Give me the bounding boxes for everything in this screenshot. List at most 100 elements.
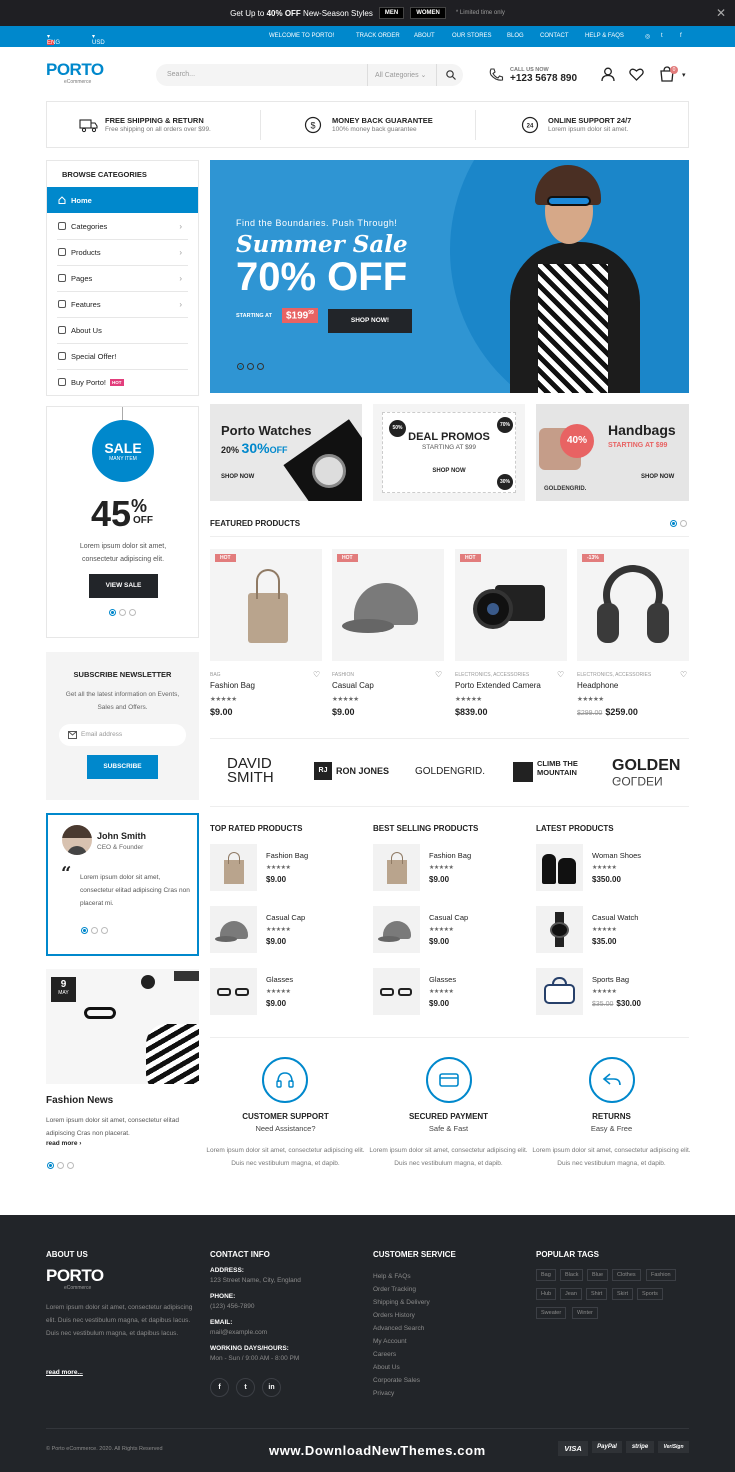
nav-link-help[interactable]: HELP & FAQS xyxy=(585,33,624,39)
tag-sweater[interactable]: Sweater xyxy=(536,1307,567,1319)
brand-david-smith[interactable]: DAVID SMITH xyxy=(227,756,287,785)
product-image-casual-cap[interactable]: HOT xyxy=(332,549,444,661)
twitter-icon[interactable]: t xyxy=(661,33,663,39)
mini-image-cap[interactable] xyxy=(210,906,257,953)
list-item-name[interactable]: Sports Bag xyxy=(592,975,629,984)
tag-clothes[interactable]: Clothes xyxy=(612,1269,641,1281)
tag-jean[interactable]: Jean xyxy=(560,1288,582,1300)
twitter-icon[interactable]: t xyxy=(236,1378,255,1397)
mini-image-bag[interactable] xyxy=(210,844,257,891)
footer-link-privacy[interactable]: Privacy xyxy=(373,1387,394,1400)
footer-read-more[interactable]: read more... xyxy=(46,1369,83,1376)
phone-value[interactable]: (123) 456-7890 xyxy=(210,1300,254,1313)
brand-climb-mountain[interactable]: CLIMB THE MOUNTAIN xyxy=(537,759,587,777)
facebook-icon[interactable]: f xyxy=(680,33,682,39)
list-item-name[interactable]: Glasses xyxy=(429,975,456,984)
nav-link-contact[interactable]: CONTACT xyxy=(540,33,569,39)
product-name[interactable]: Porto Extended Camera xyxy=(455,681,541,690)
sidebar-item-features[interactable]: Features › xyxy=(47,291,198,317)
footer-link-orders[interactable]: Orders History xyxy=(373,1309,415,1322)
email-field[interactable]: Email address xyxy=(59,724,186,746)
heart-icon[interactable]: ♡ xyxy=(435,670,442,679)
product-category[interactable]: FASHION xyxy=(332,672,354,678)
tag-sports[interactable]: Sports xyxy=(637,1288,663,1300)
footer-link-corporate[interactable]: Corporate Sales xyxy=(373,1374,420,1387)
list-item-name[interactable]: Casual Cap xyxy=(429,913,468,922)
category-select[interactable]: All Categories ⌄ xyxy=(375,71,426,79)
banner-watches[interactable]: Porto Watches 20% 30%OFF SHOP NOW xyxy=(210,404,362,501)
mini-image-sports-bag[interactable] xyxy=(536,968,583,1015)
hero-pagination[interactable] xyxy=(237,363,264,370)
heart-icon[interactable]: ♡ xyxy=(313,670,320,679)
close-icon[interactable]: ✕ xyxy=(716,6,726,20)
banner-deal-cta[interactable]: SHOP NOW xyxy=(373,468,525,474)
sidebar-item-buy-porto[interactable]: Buy Porto! HOT xyxy=(47,369,198,395)
sidebar-item-home[interactable]: Home xyxy=(47,187,198,213)
list-item-name[interactable]: Fashion Bag xyxy=(266,851,308,860)
mini-image-bag[interactable] xyxy=(373,844,420,891)
list-item-name[interactable]: Woman Shoes xyxy=(592,851,641,860)
logo[interactable]: PORTO xyxy=(46,60,104,80)
sidebar-item-about[interactable]: About Us xyxy=(47,317,198,343)
tag-hub[interactable]: Hub xyxy=(536,1288,557,1300)
sidebar-item-products[interactable]: Products › xyxy=(47,239,198,265)
sale-pagination[interactable] xyxy=(109,609,136,616)
nav-link-track-order[interactable]: TRACK ORDER xyxy=(356,33,400,39)
search-icon[interactable] xyxy=(446,70,456,80)
phone-number[interactable]: +123 5678 890 xyxy=(510,73,577,84)
footer-link-about[interactable]: About Us xyxy=(373,1361,400,1374)
view-sale-button[interactable]: VIEW SALE xyxy=(89,574,158,598)
brand-golden[interactable]: GOLDEN xyxy=(612,757,680,775)
nav-link-blog[interactable]: BLOG xyxy=(507,33,524,39)
nav-link-welcome[interactable]: WELCOME TO PORTO! xyxy=(269,33,334,39)
footer-link-tracking[interactable]: Order Tracking xyxy=(373,1283,416,1296)
linkedin-icon[interactable]: in xyxy=(262,1378,281,1397)
hero-shop-button[interactable]: SHOP NOW! xyxy=(328,309,412,333)
brand-goldengrid[interactable]: GOLDENGRID. xyxy=(415,766,485,777)
tag-blue[interactable]: Blue xyxy=(587,1269,609,1281)
sidebar-item-categories[interactable]: Categories › xyxy=(47,213,198,239)
subscribe-button[interactable]: SUBSCRIBE xyxy=(87,755,158,779)
product-category[interactable]: BAG xyxy=(210,672,221,678)
product-name[interactable]: Casual Cap xyxy=(332,681,374,690)
product-name[interactable]: Fashion Bag xyxy=(210,681,255,690)
instagram-icon[interactable]: ◎ xyxy=(645,33,650,40)
footer-link-shipping[interactable]: Shipping & Delivery xyxy=(373,1296,430,1309)
product-name[interactable]: Headphone xyxy=(577,681,618,690)
product-image-headphone[interactable]: -13% xyxy=(577,549,689,661)
currency-selector[interactable]: USD ▾ xyxy=(92,33,105,46)
list-item-name[interactable]: Casual Watch xyxy=(592,913,638,922)
news-read-more[interactable]: read more › xyxy=(46,1140,81,1147)
tag-fashion[interactable]: Fashion xyxy=(646,1269,676,1281)
product-category[interactable]: ELECTRONICS, ACCESSORIES xyxy=(577,672,651,678)
facebook-icon[interactable]: f xyxy=(210,1378,229,1397)
mini-image-cap[interactable] xyxy=(373,906,420,953)
email-value[interactable]: mail@example.com xyxy=(210,1326,267,1339)
tag-bag[interactable]: Bag xyxy=(536,1269,556,1281)
brand-ron-jones[interactable]: RON JONES xyxy=(336,766,389,776)
account-icon[interactable] xyxy=(601,67,615,82)
news-image[interactable]: 9 MAY xyxy=(46,969,199,1084)
product-image-camera[interactable]: HOT xyxy=(455,549,567,661)
mini-image-glasses[interactable] xyxy=(210,968,257,1015)
banner-deal-promos[interactable]: 50% 70% 30% DEAL PROMOS STARTING AT $99 … xyxy=(373,404,525,501)
news-title[interactable]: Fashion News xyxy=(46,1095,113,1106)
brand-rj-logo[interactable]: RJ xyxy=(314,762,332,780)
list-item-name[interactable]: Casual Cap xyxy=(266,913,305,922)
nav-link-about[interactable]: ABOUT xyxy=(414,33,435,39)
sidebar-item-special-offer[interactable]: Special Offer! xyxy=(47,343,198,369)
tag-skirt[interactable]: Skirt xyxy=(612,1288,633,1300)
wishlist-icon[interactable] xyxy=(629,68,644,81)
product-image-fashion-bag[interactable]: HOT xyxy=(210,549,322,661)
women-button[interactable]: WOMEN xyxy=(410,7,446,19)
men-button[interactable]: MEN xyxy=(378,7,405,19)
heart-icon[interactable]: ♡ xyxy=(680,670,687,679)
footer-link-help[interactable]: Help & FAQs xyxy=(373,1270,411,1283)
nav-link-stores[interactable]: OUR STORES xyxy=(452,33,492,39)
featured-pagination[interactable] xyxy=(670,520,687,527)
news-pagination[interactable] xyxy=(47,1162,74,1169)
footer-link-account[interactable]: My Account xyxy=(373,1335,407,1348)
mini-image-glasses[interactable] xyxy=(373,968,420,1015)
testimonial-pagination[interactable] xyxy=(81,927,108,934)
search-input[interactable]: Search... xyxy=(167,71,195,78)
